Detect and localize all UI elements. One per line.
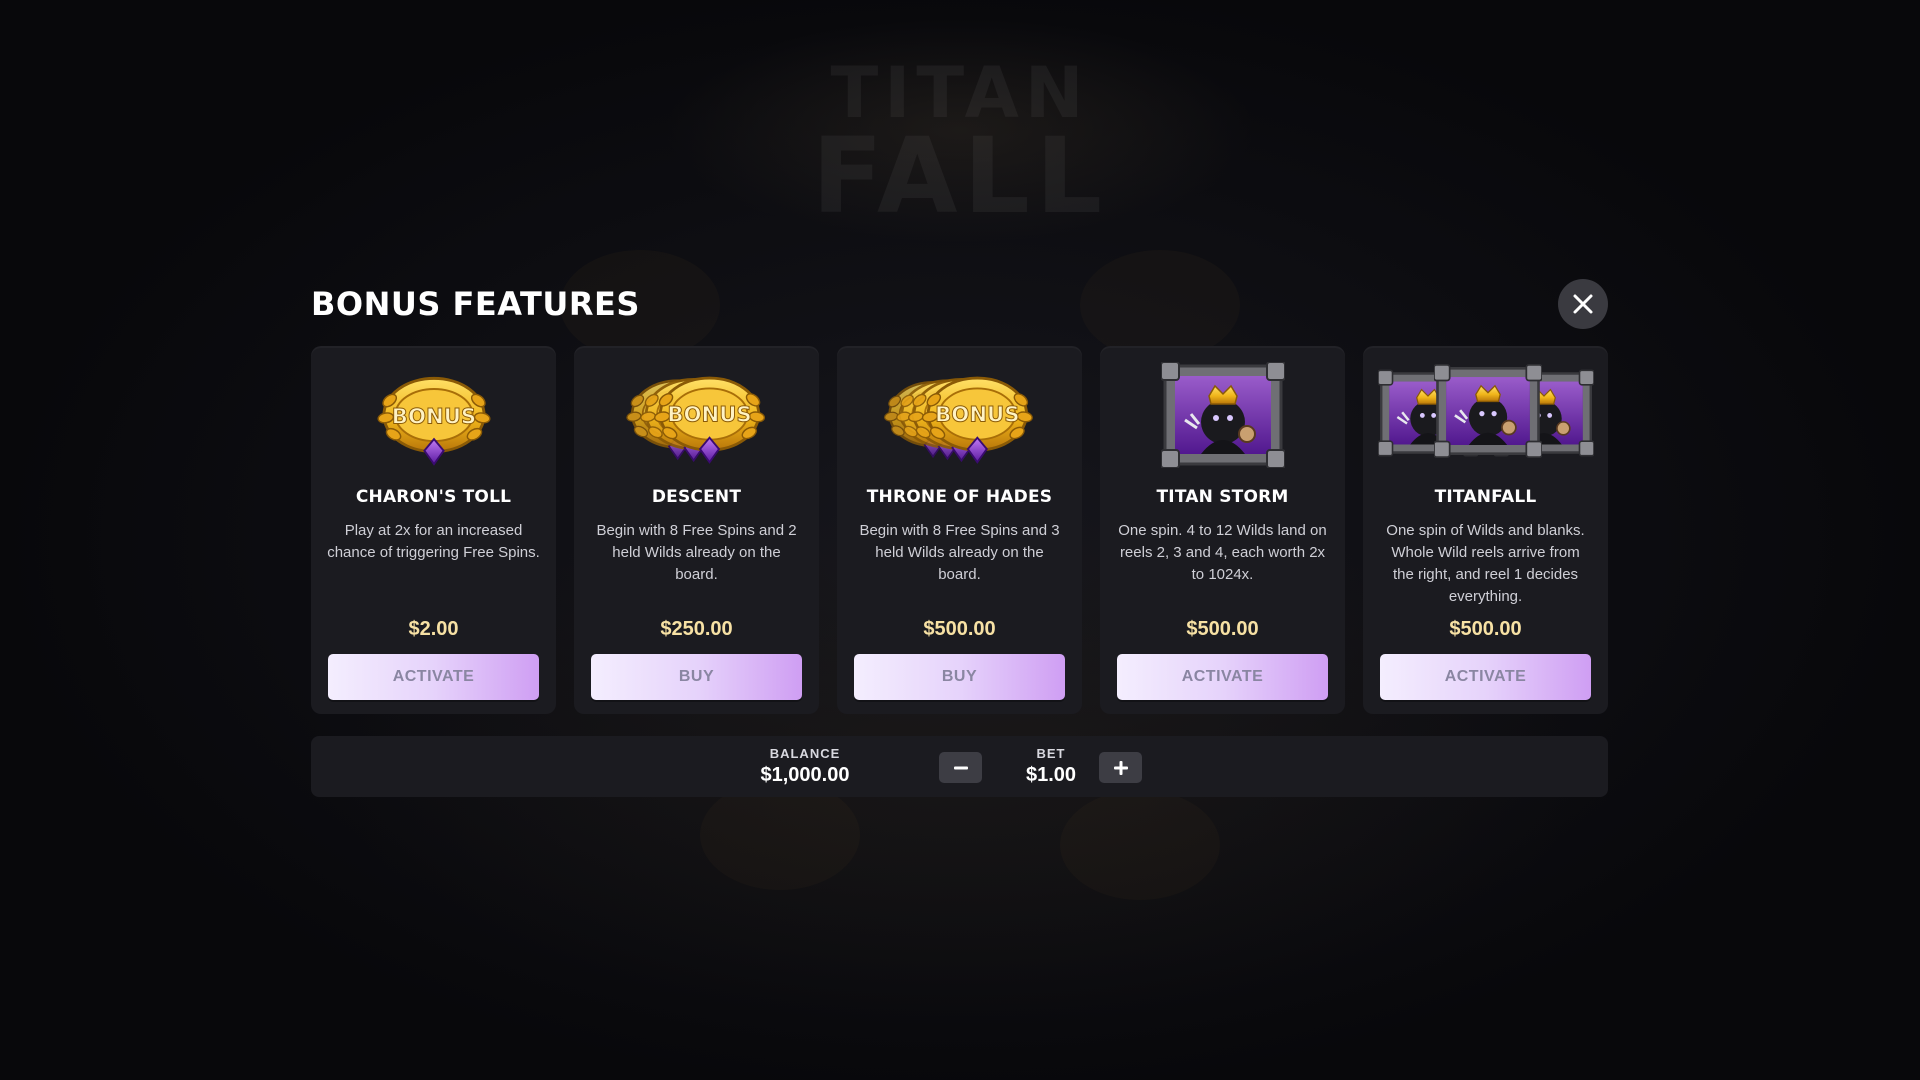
bet-display: BET $1.00 (1001, 746, 1101, 787)
feature-name: THRONE OF HADES (866, 487, 1053, 507)
bonus-coin-text: BONUS (935, 402, 1019, 427)
feature-price: $250.00 (660, 618, 733, 640)
bonus-coin-text: BONUS (667, 402, 751, 427)
feature-price: $500.00 (1186, 618, 1259, 640)
hades-wild-card-icon (1161, 362, 1285, 468)
bonus-coin-text: BONUS (391, 404, 475, 429)
bet-label: BET (1036, 746, 1066, 761)
bonus-features-modal: BONUS FEATURES BONUS CHARON'S TOLL Play … (311, 0, 1608, 1080)
feature-card-throne-of-hades: BONUS THRONE OF HADES Begin with 8 Free … (837, 346, 1082, 714)
balance-display: BALANCE $1,000.00 (735, 746, 875, 787)
feature-card-titan-storm: TITAN STORM One spin. 4 to 12 Wilds land… (1100, 346, 1345, 714)
hades-wild-cards-triple-icon (1377, 363, 1594, 459)
feature-description: Play at 2x for an increased chance of tr… (327, 522, 540, 561)
activate-button[interactable]: ACTIVATE (328, 654, 539, 700)
feature-cards: BONUS CHARON'S TOLL Play at 2x for an in… (311, 346, 1608, 714)
feature-description: Begin with 8 Free Spins and 2 held Wilds… (596, 522, 797, 583)
modal-header: BONUS FEATURES (311, 279, 1608, 331)
increase-bet-button[interactable] (1099, 752, 1142, 783)
activate-button[interactable]: ACTIVATE (1380, 654, 1591, 700)
feature-card-titanfall: TITANFALL One spin of Wilds and blanks. … (1363, 346, 1608, 714)
close-button[interactable] (1558, 279, 1608, 329)
feature-name: TITANFALL (1434, 487, 1537, 507)
balance-label: BALANCE (769, 746, 841, 761)
feature-card-charons-toll: BONUS CHARON'S TOLL Play at 2x for an in… (311, 346, 556, 714)
feature-description: One spin. 4 to 12 Wilds land on reels 2,… (1118, 522, 1327, 583)
feature-name: TITAN STORM (1156, 487, 1289, 507)
feature-name: DESCENT (651, 487, 742, 507)
feature-price: $2.00 (408, 618, 459, 640)
feature-price: $500.00 (1449, 618, 1522, 640)
bonus-coin-stack-large-icon: BONUS (882, 376, 1034, 464)
buy-button[interactable]: BUY (854, 654, 1065, 700)
balance-value: $1,000.00 (760, 764, 850, 786)
balance-bet-bar: BALANCE $1,000.00 BET $1.00 (311, 736, 1608, 797)
feature-card-descent: BONUS DESCENT Begin with 8 Free Spins an… (574, 346, 819, 714)
feature-price: $500.00 (923, 618, 996, 640)
buy-button[interactable]: BUY (591, 654, 802, 700)
plus-icon (1113, 760, 1128, 775)
modal-title: BONUS FEATURES (311, 285, 640, 323)
bonus-coin-icon: BONUS (374, 362, 494, 468)
bet-value: $1.00 (1025, 764, 1077, 786)
feature-description: One spin of Wilds and blanks. Whole Wild… (1386, 522, 1585, 605)
feature-name: CHARON'S TOLL (355, 487, 512, 507)
close-icon (1573, 294, 1593, 314)
bonus-coin-stack-icon: BONUS (624, 376, 767, 464)
feature-description: Begin with 8 Free Spins and 3 held Wilds… (859, 522, 1060, 583)
minus-icon (953, 766, 968, 769)
activate-button[interactable]: ACTIVATE (1117, 654, 1328, 700)
decrease-bet-button[interactable] (939, 752, 982, 783)
